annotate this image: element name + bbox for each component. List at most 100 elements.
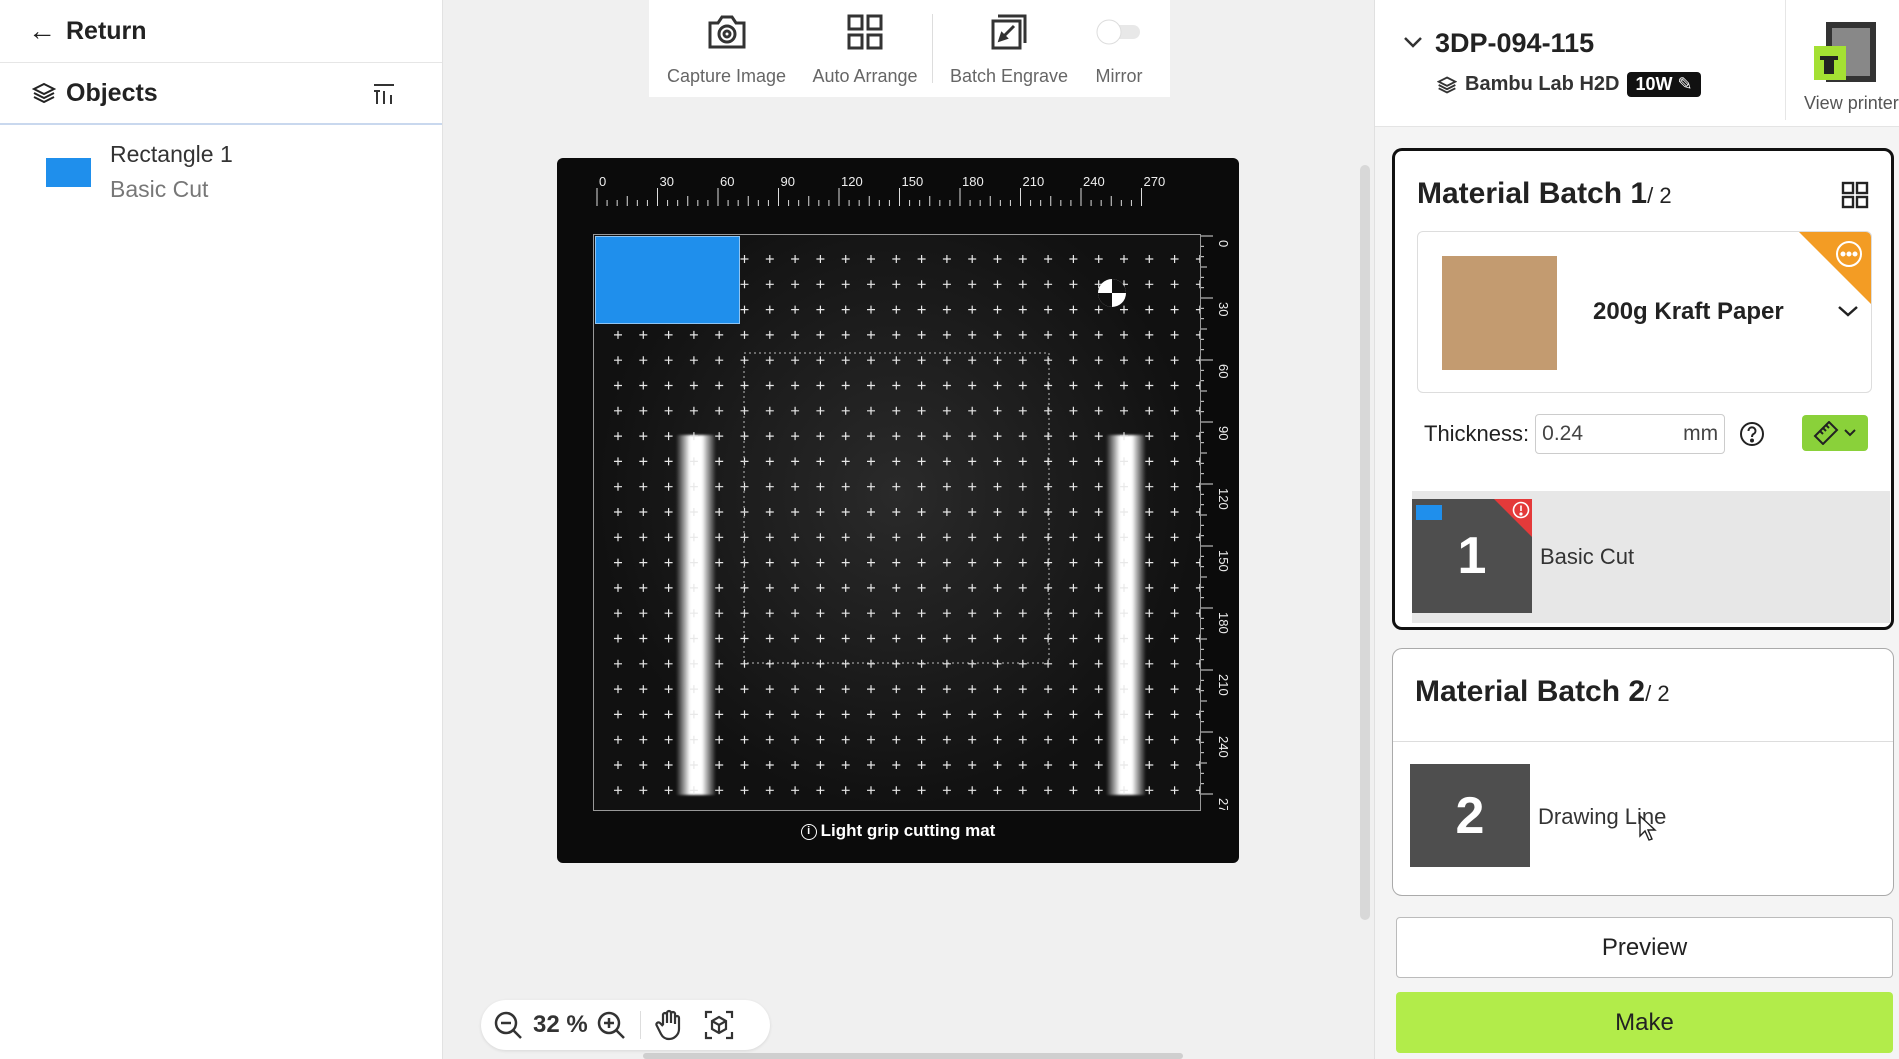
grid-cross: [740, 305, 749, 314]
grid-cross: [765, 356, 774, 365]
preview-button[interactable]: Preview: [1396, 917, 1893, 978]
grid-cross: [1120, 786, 1128, 795]
grid-cross: [917, 533, 926, 542]
layers-icon: [1437, 75, 1457, 94]
ruler-right-label: 0: [1216, 240, 1231, 247]
auto-arrange-button[interactable]: Auto Arrange: [804, 0, 926, 97]
grid-cross: [689, 457, 698, 466]
rectangle-object[interactable]: [595, 236, 740, 324]
objects-header: Objects: [0, 63, 442, 125]
make-button[interactable]: Make: [1396, 992, 1893, 1053]
grid-cross: [942, 381, 951, 390]
object-list-item[interactable]: Rectangle 1 Basic Cut: [0, 125, 442, 203]
vertical-scrollbar[interactable]: [1360, 165, 1370, 920]
grid-cross: [1069, 710, 1078, 719]
grid-cross: [639, 685, 648, 694]
grid-cross: [1044, 634, 1053, 643]
grid-cross: [917, 685, 926, 694]
grid-cross: [1044, 381, 1053, 390]
build-plate-canvas[interactable]: 0 30 60 90 120 150 180 210 240 270 0 30 60 90 120 150 1…: [557, 158, 1239, 863]
measure-thickness-button[interactable]: [1802, 415, 1868, 451]
job-number: 2: [1455, 786, 1485, 845]
grid-cross: [715, 609, 724, 618]
grid-cross: [816, 685, 825, 694]
grid-cross: [1145, 533, 1154, 542]
grid-cross: [1069, 356, 1078, 365]
sort-icon[interactable]: [372, 82, 396, 106]
more-options-icon[interactable]: [1835, 240, 1863, 268]
grid-cross: [715, 761, 724, 769]
grid-cross: [1120, 634, 1128, 643]
ruler-top-label: 180: [962, 174, 984, 189]
grid-cross: [1094, 634, 1103, 643]
grid-cross: [791, 432, 800, 441]
job-item-basic-cut[interactable]: 1 Basic Cut: [1412, 491, 1890, 623]
grid-cross: [1120, 255, 1128, 263]
grid-cross: [765, 761, 774, 769]
mirror-toggle[interactable]: Mirror: [1079, 0, 1159, 97]
grid-cross: [1170, 406, 1179, 415]
grid-cross: [993, 786, 1002, 795]
grid-cross: [1120, 508, 1128, 516]
grid-cross: [1195, 508, 1200, 516]
grid-cross: [1094, 533, 1103, 542]
return-button[interactable]: ← Return: [0, 0, 442, 63]
grid-cross: [816, 583, 825, 592]
grid-cross: [664, 508, 673, 516]
grid-cross: [1145, 432, 1154, 441]
grid-cross: [689, 735, 698, 744]
grid-cross: [614, 659, 622, 668]
grid-cross: [968, 255, 977, 263]
job-item-drawing-line[interactable]: 2 Drawing Line: [1410, 764, 1880, 868]
grid-view-icon[interactable]: [1841, 181, 1869, 209]
grid-cross: [816, 280, 825, 289]
thickness-input[interactable]: 0.24 mm: [1535, 414, 1726, 454]
object-name: Rectangle 1: [110, 141, 233, 167]
grid-cross: [892, 634, 901, 643]
grid-cross: [867, 482, 875, 491]
grid-cross: [892, 255, 901, 263]
grid-cross: [867, 381, 875, 390]
batch-engrave-button[interactable]: Batch Engrave: [939, 0, 1079, 97]
grid-cross: [715, 558, 724, 567]
grid-cross: [740, 786, 749, 795]
grid-cross: [993, 255, 1002, 263]
zoom-in-icon[interactable]: [596, 1010, 626, 1040]
grid-cross: [841, 482, 850, 491]
grid-cross: [1094, 583, 1103, 592]
hand-pan-icon[interactable]: [655, 1009, 685, 1041]
thickness-value: 0.24: [1542, 422, 1584, 445]
grid-cross: [1094, 482, 1103, 491]
grid-cross: [816, 533, 825, 542]
grid-cross: [639, 735, 648, 744]
capture-image-button[interactable]: Capture Image: [649, 0, 804, 97]
zoom-out-icon[interactable]: [493, 1010, 523, 1040]
printer-selector[interactable]: 3DP-094-115: [1403, 28, 1594, 59]
grid-cross: [1044, 659, 1053, 668]
grid-cross: [841, 685, 850, 694]
grid-cross: [1069, 508, 1078, 516]
view-printer-button[interactable]: View printer: [1785, 0, 1899, 120]
grid-cross: [892, 330, 901, 339]
material-batch-2[interactable]: Material Batch 2/ 2 2 Drawing Line: [1392, 648, 1894, 896]
grid-cross: [1195, 280, 1200, 289]
material-selector[interactable]: 200g Kraft Paper: [1417, 231, 1872, 393]
horizontal-scrollbar[interactable]: [643, 1053, 1183, 1059]
grid-cross: [1018, 659, 1027, 668]
grid-cross: [1120, 356, 1128, 365]
material-batch-1[interactable]: Material Batch 1/ 2 200g Kraft Paper Thi…: [1392, 148, 1894, 630]
help-icon[interactable]: [1739, 421, 1765, 447]
batch-1-title-text: Material Batch 1: [1417, 177, 1648, 210]
chevron-down-icon[interactable]: [1837, 304, 1859, 318]
grid-cross: [715, 710, 724, 719]
laser-power-badge[interactable]: 10W ✎: [1627, 72, 1701, 97]
grid-cross: [614, 406, 622, 415]
grid-cross: [614, 330, 622, 339]
grid-cross: [917, 381, 926, 390]
grid-cross: [715, 533, 724, 542]
grid-cross: [664, 786, 673, 795]
calibration-marker-icon: [1098, 279, 1126, 307]
grid-cross: [867, 330, 875, 339]
fit-view-icon[interactable]: [703, 1009, 735, 1041]
warning-icon[interactable]: [1512, 501, 1530, 519]
